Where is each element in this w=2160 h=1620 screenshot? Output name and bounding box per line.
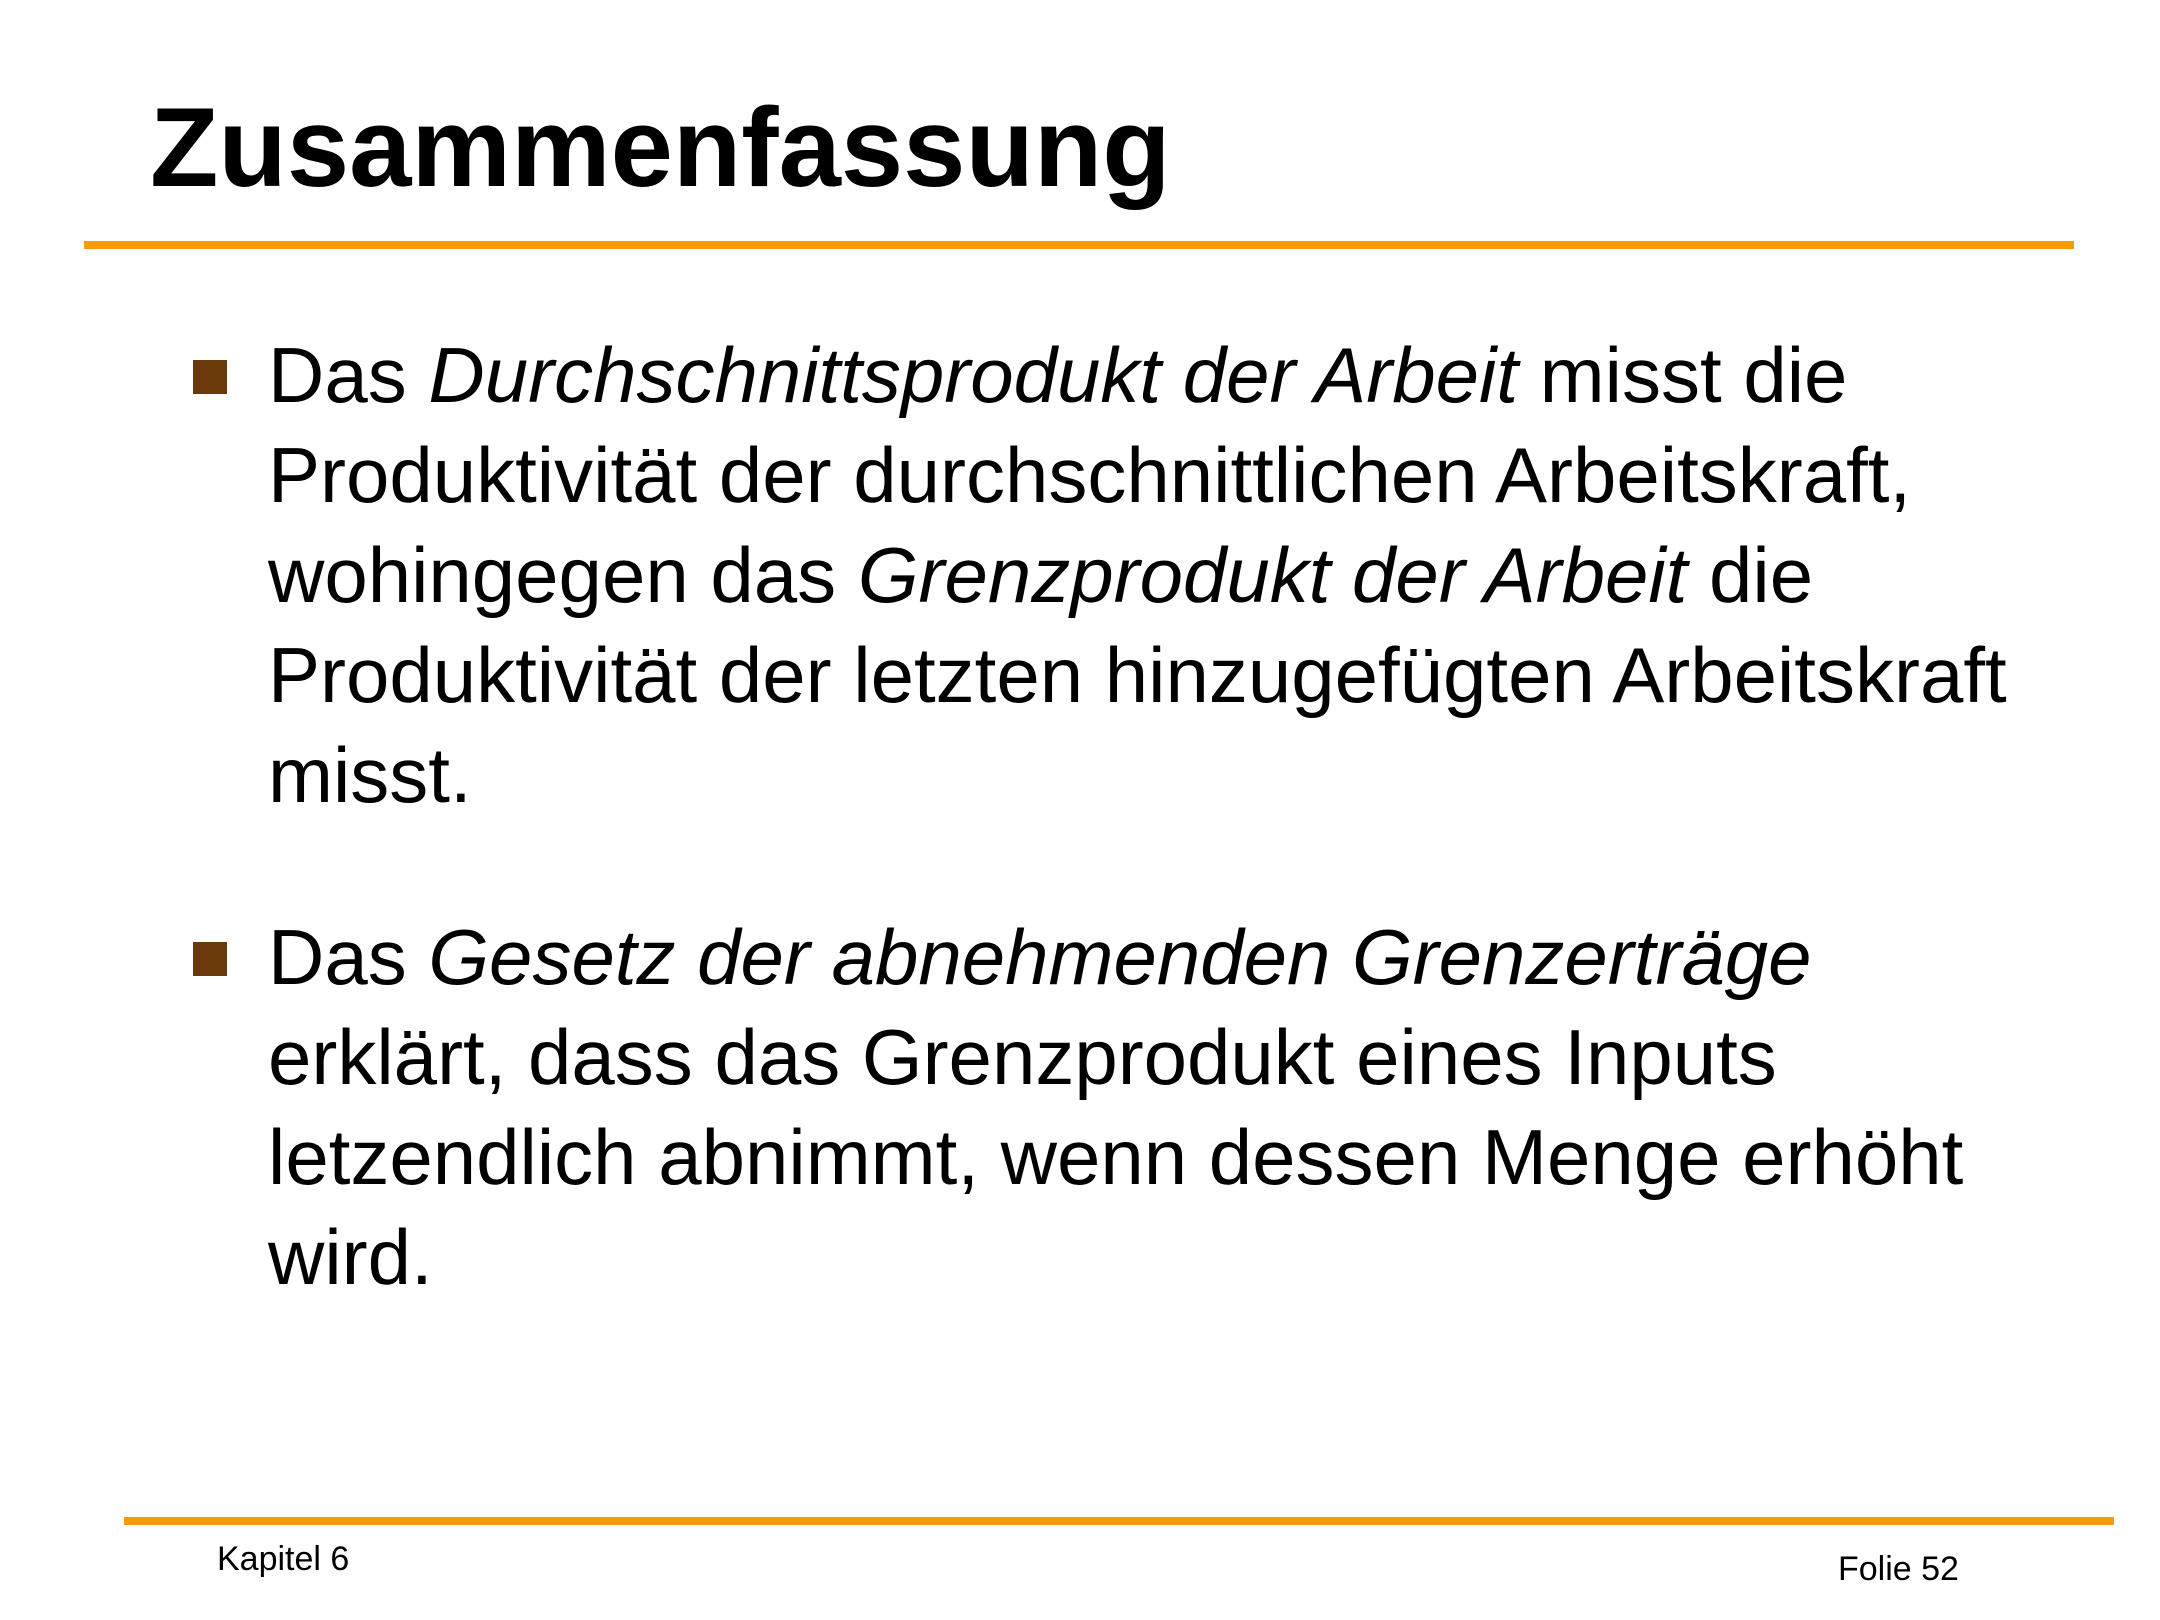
bullet-text: Das Durchschnittsprodukt der Arbeit miss… (268, 325, 2048, 825)
bullet-text-segment: Das (268, 331, 429, 419)
bullet-term-durchschnittsprodukt: Durchschnittsprodukt der Arbeit (428, 331, 1518, 419)
slide-title: Zusammenfassung (150, 85, 1171, 210)
bullet-term-grenzprodukt: Grenzprodukt der Arbeit (857, 531, 1688, 619)
title-divider (84, 241, 2074, 249)
square-bullet-icon (193, 942, 227, 976)
bullet-text: Das Gesetz der abnehmenden Grenzerträge … (268, 907, 2048, 1307)
square-bullet-icon (193, 360, 227, 394)
bullet-term-gesetz-grenzertraege: Gesetz der abnehmenden Grenzerträge (428, 913, 1812, 1001)
bullet-text-segment: Das (268, 913, 429, 1001)
footer-slide-number: Folie 52 (1838, 1550, 1959, 1588)
footer-chapter: Kapitel 6 (217, 1540, 350, 1578)
footer-divider (124, 1517, 2114, 1525)
bullet-text-segment: erklärt, dass das Grenzprodukt eines Inp… (268, 1013, 1964, 1301)
